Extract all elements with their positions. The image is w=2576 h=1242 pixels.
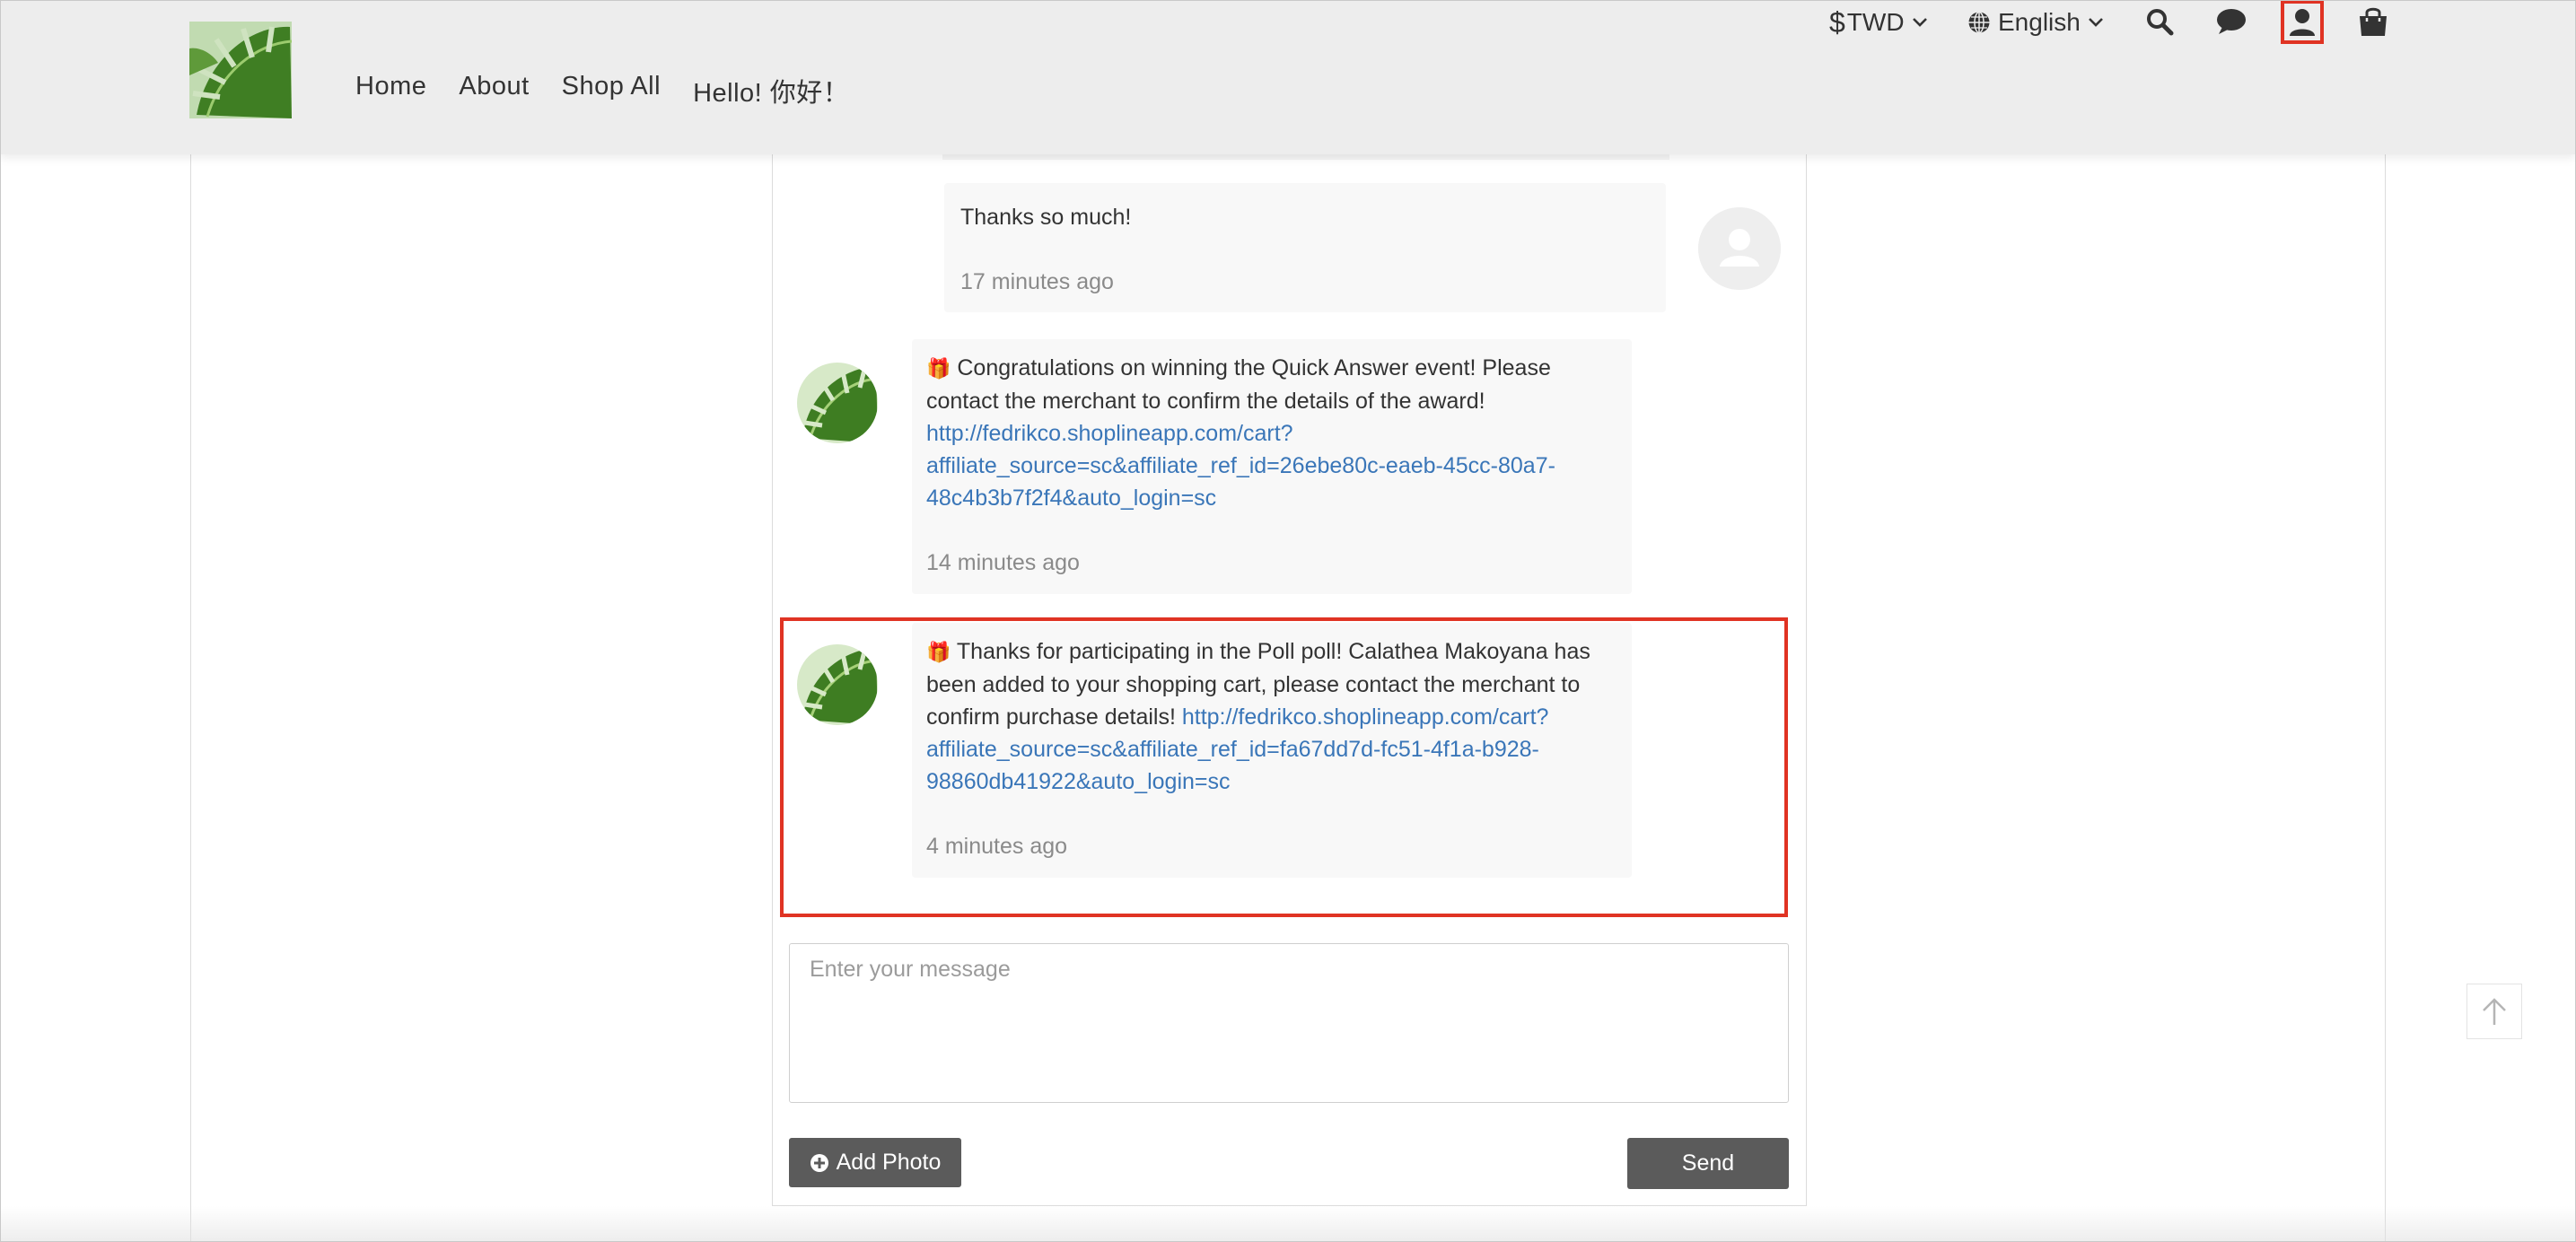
user-icon <box>2290 9 2315 36</box>
nav-shop-all[interactable]: Shop All <box>562 72 661 109</box>
arrow-up-icon <box>2483 998 2506 1025</box>
store-logo[interactable] <box>189 22 292 118</box>
cart-link-line: affiliate_source=sc&affiliate_ref_id=26e… <box>926 453 1555 478</box>
monstera-leaf-avatar <box>797 644 878 725</box>
main-nav: Home About Shop All Hello! 你好！ <box>355 72 849 109</box>
message-time: 14 minutes ago <box>926 550 1080 575</box>
cart-link-line: 48c4b3b7f2f4&auto_login=sc <box>926 485 1217 511</box>
currency-selector[interactable]: $ TWD <box>1829 4 1928 41</box>
globe-icon <box>1968 11 1990 34</box>
message-bubble-shop: 🎁 Thanks for participating in the Poll p… <box>912 623 1632 878</box>
message-bubble-shop: 🎁 Congratulations on winning the Quick A… <box>912 339 1632 594</box>
back-to-top-button[interactable] <box>2466 984 2522 1039</box>
user-avatar <box>1698 207 1781 290</box>
cart-link-line: http://fedrikco.shoplineapp.com/cart? <box>1181 704 1549 730</box>
monstera-leaf-avatar <box>797 363 878 443</box>
add-photo-label: Add Photo <box>836 1150 942 1175</box>
previous-bubble-tail <box>942 154 1669 160</box>
message-text: Congratulations on winning the Quick Ans… <box>926 355 1551 414</box>
send-label: Send <box>1681 1150 1735 1176</box>
bottom-shadow <box>0 1206 2576 1242</box>
cart-link[interactable]: http://fedrikco.shoplineapp.com/cart? af… <box>926 417 1617 514</box>
monstera-leaf-logo <box>189 22 292 118</box>
search-button[interactable] <box>2143 5 2176 38</box>
site-header: Home About Shop All Hello! 你好！ $ TWD Eng… <box>0 0 2576 154</box>
cart-button[interactable] <box>2355 4 2391 39</box>
cart-link-line: http://fedrikco.shoplineapp.com/cart? <box>926 421 1293 446</box>
nav-about[interactable]: About <box>459 72 529 109</box>
plus-circle-icon <box>810 1153 828 1172</box>
send-button[interactable]: Send <box>1627 1138 1789 1189</box>
account-button-highlight[interactable] <box>2281 0 2324 44</box>
message-input[interactable] <box>789 943 1789 1103</box>
shopping-bag-icon <box>2360 7 2387 36</box>
nav-hello[interactable]: Hello! 你好！ <box>693 72 849 109</box>
message-time: 4 minutes ago <box>926 834 1068 859</box>
cart-link-line: affiliate_source=sc&affiliate_ref_id=fa6… <box>926 737 1539 762</box>
gift-icon: 🎁 <box>926 641 951 663</box>
chevron-down-icon <box>1912 18 1927 27</box>
shop-avatar <box>797 363 878 443</box>
messages-button[interactable] <box>2213 5 2249 38</box>
chevron-down-icon <box>2088 18 2103 27</box>
default-user-icon <box>1698 207 1781 290</box>
currency-label: TWD <box>1846 8 1905 36</box>
gift-icon: 🎁 <box>926 357 951 380</box>
add-photo-button[interactable]: Add Photo <box>789 1138 961 1187</box>
message-bubble-user: Thanks so much! 17 minutes ago <box>944 183 1666 312</box>
nav-home[interactable]: Home <box>355 72 426 109</box>
chat-bubble-icon <box>2217 9 2246 34</box>
dollar-icon: $ <box>1829 5 1845 39</box>
message-text: Thanks so much! <box>960 205 1132 230</box>
search-icon <box>2147 9 2174 36</box>
cart-link-line: 98860db41922&auto_login=sc <box>926 769 1231 794</box>
shop-avatar <box>797 644 878 725</box>
language-label: English <box>1998 8 2081 36</box>
language-selector[interactable]: English <box>1967 4 2104 41</box>
message-time: 17 minutes ago <box>960 269 1114 294</box>
